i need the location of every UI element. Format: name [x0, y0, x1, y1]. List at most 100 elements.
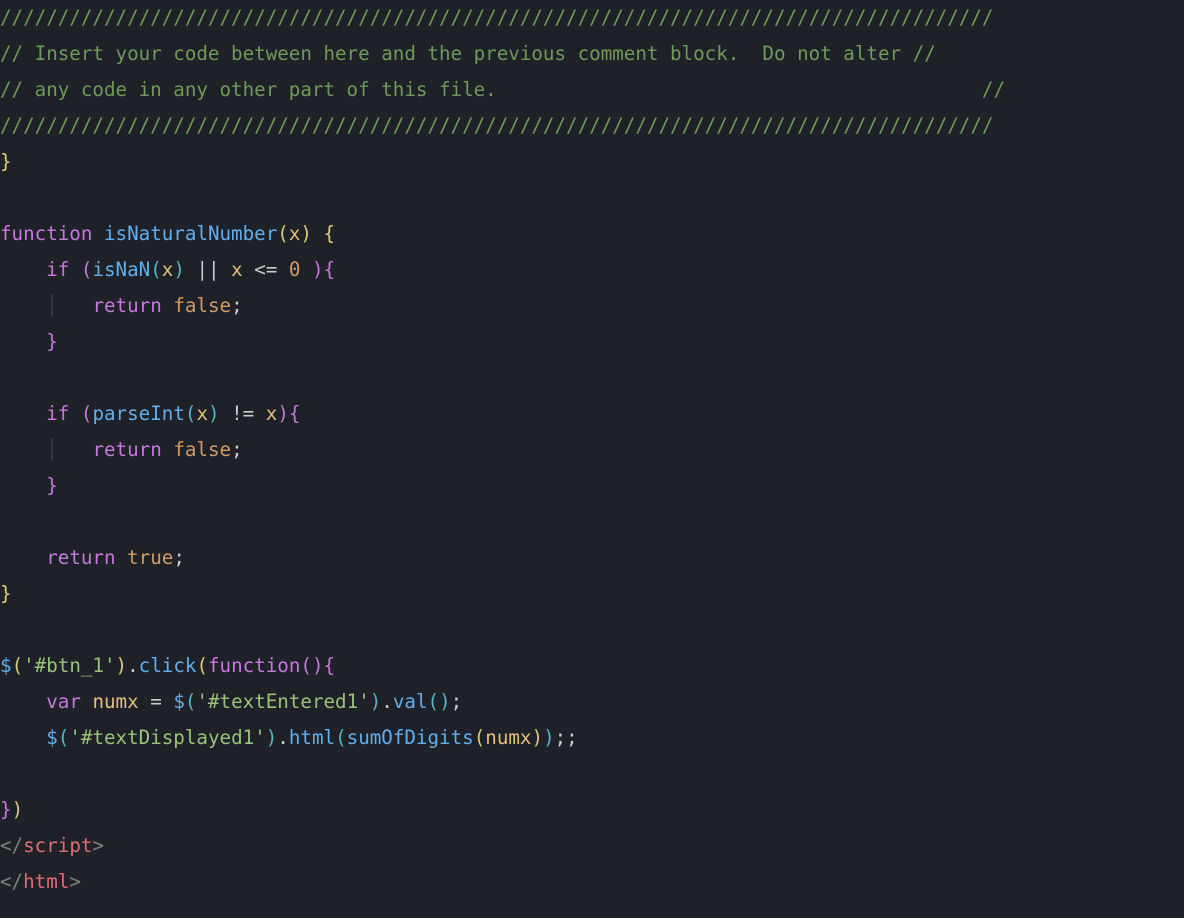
code-line[interactable]: if (isNaN(x) || x <= 0 ){ — [0, 252, 1184, 288]
code-token: html — [289, 726, 335, 749]
code-token: ( — [300, 654, 312, 677]
code-token — [116, 546, 128, 569]
code-token: } — [46, 330, 58, 353]
code-line[interactable]: // Insert your code between here and the… — [0, 36, 1184, 72]
code-token: // any code in any other part of this fi… — [0, 78, 1005, 101]
code-line[interactable]: var numx = $('#textEntered1').val(); — [0, 684, 1184, 720]
code-line[interactable]: } — [0, 576, 1184, 612]
code-token: . — [277, 726, 289, 749]
code-line[interactable]: ////////////////////////////////////////… — [0, 108, 1184, 144]
code-token — [0, 474, 46, 497]
code-token — [0, 258, 46, 281]
code-token: } — [0, 582, 12, 605]
code-token: val — [393, 690, 428, 713]
code-token — [0, 690, 46, 713]
code-token: ; — [451, 690, 463, 713]
code-line[interactable]: function isNaturalNumber(x) { — [0, 216, 1184, 252]
code-line[interactable]: $('#btn_1').click(function(){ — [0, 648, 1184, 684]
code-token: false — [173, 294, 231, 317]
code-line[interactable]: return true; — [0, 540, 1184, 576]
code-token: ( — [196, 654, 208, 677]
code-token: { — [289, 402, 301, 425]
code-token: ( — [185, 402, 197, 425]
code-token: ////////////////////////////////////////… — [0, 114, 993, 137]
code-token: sumOfDigits — [347, 726, 474, 749]
code-token: != — [220, 402, 266, 425]
code-line[interactable] — [0, 756, 1184, 792]
code-token: numx — [485, 726, 531, 749]
code-line[interactable] — [0, 180, 1184, 216]
code-line[interactable]: } — [0, 324, 1184, 360]
code-token: ( — [277, 222, 289, 245]
code-token: │ — [46, 438, 58, 461]
code-token: ( — [58, 726, 70, 749]
code-line[interactable] — [0, 504, 1184, 540]
code-token: function — [208, 654, 300, 677]
code-token: return — [92, 294, 161, 317]
code-line[interactable]: if (parseInt(x) != x){ — [0, 396, 1184, 432]
code-token: ( — [81, 402, 93, 425]
code-token: { — [324, 258, 336, 281]
code-token — [0, 402, 46, 425]
code-line[interactable]: ////////////////////////////////////////… — [0, 0, 1184, 36]
code-line[interactable]: }) — [0, 792, 1184, 828]
code-token — [312, 222, 324, 245]
code-token: = — [139, 690, 174, 713]
code-line[interactable]: // any code in any other part of this fi… — [0, 72, 1184, 108]
code-token: 0 — [289, 258, 301, 281]
code-line[interactable]: </script> — [0, 828, 1184, 864]
code-token — [0, 546, 46, 569]
code-line[interactable]: </html> — [0, 864, 1184, 900]
code-token: ) — [312, 258, 324, 281]
code-line[interactable]: │ return false; — [0, 432, 1184, 468]
code-token: var — [46, 690, 81, 713]
code-token: '#textDisplayed1' — [69, 726, 265, 749]
code-token — [0, 726, 46, 749]
code-line[interactable]: $('#textDisplayed1').html(sumOfDigits(nu… — [0, 720, 1184, 756]
code-line[interactable]: } — [0, 144, 1184, 180]
code-token: ) — [543, 726, 555, 749]
code-token: true — [127, 546, 173, 569]
code-token: x — [196, 402, 208, 425]
code-token — [0, 294, 46, 317]
code-token — [69, 402, 81, 425]
code-token: ) — [208, 402, 220, 425]
code-token: ) — [300, 222, 312, 245]
code-token: . — [127, 654, 139, 677]
code-token: x — [266, 402, 278, 425]
code-token: ) — [439, 690, 451, 713]
code-token — [58, 294, 93, 317]
code-token: . — [381, 690, 393, 713]
code-token: || — [185, 258, 231, 281]
code-line[interactable]: } — [0, 468, 1184, 504]
code-token: ; — [173, 546, 185, 569]
code-token: parseInt — [92, 402, 184, 425]
code-token: ( — [150, 258, 162, 281]
code-line[interactable]: │ return false; — [0, 288, 1184, 324]
code-token: ( — [428, 690, 440, 713]
code-token: '#btn_1' — [23, 654, 115, 677]
code-token: // Insert your code between here and the… — [0, 42, 936, 65]
code-token: click — [139, 654, 197, 677]
code-line[interactable] — [0, 612, 1184, 648]
code-token: x — [289, 222, 301, 245]
code-token: ) — [370, 690, 382, 713]
code-line[interactable] — [0, 360, 1184, 396]
code-token — [162, 438, 174, 461]
code-token: ) — [266, 726, 278, 749]
code-token: { — [324, 222, 336, 245]
code-editor[interactable]: ////////////////////////////////////////… — [0, 0, 1184, 900]
code-token: <= — [243, 258, 289, 281]
code-token — [0, 330, 46, 353]
code-token: ; — [231, 294, 243, 317]
code-token: $ — [46, 726, 58, 749]
code-token: > — [69, 870, 81, 893]
code-token: ( — [185, 690, 197, 713]
code-token: } — [0, 150, 12, 173]
code-token: </ — [0, 870, 23, 893]
code-token: numx — [92, 690, 138, 713]
code-token: ;; — [555, 726, 578, 749]
code-token: '#textEntered1' — [196, 690, 369, 713]
code-token: if — [46, 402, 69, 425]
code-token: { — [324, 654, 336, 677]
